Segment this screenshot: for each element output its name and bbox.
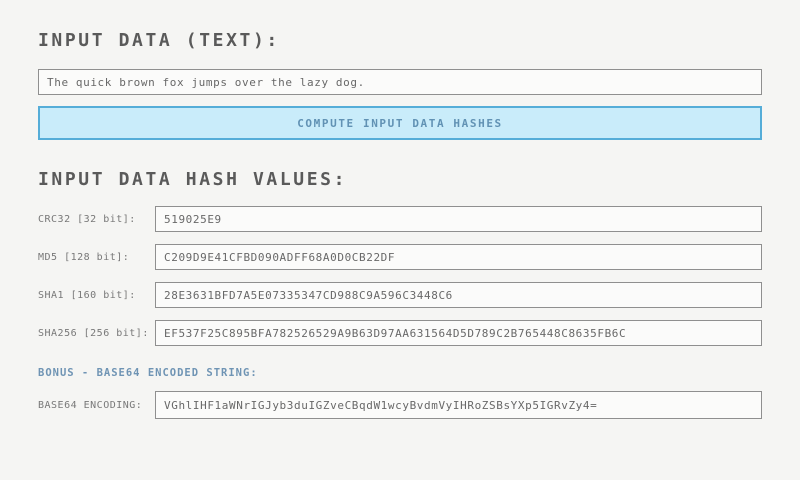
- sha1-value-field[interactable]: 28E3631BFD7A5E07335347CD988C9A596C3448C6: [155, 282, 762, 308]
- input-data-title: INPUT DATA (TEXT):: [38, 30, 762, 51]
- page: INPUT DATA (TEXT): COMPUTE INPUT DATA HA…: [0, 30, 800, 419]
- hash-row-sha256: SHA256 [256 bit]: EF537F25C895BFA7825265…: [38, 320, 762, 346]
- hash-row-crc32: CRC32 [32 bit]: 519025E9: [38, 206, 762, 232]
- crc32-label: CRC32 [32 bit]:: [38, 214, 155, 225]
- md5-value-field[interactable]: C209D9E41CFBD090ADFF68A0D0CB22DF: [155, 244, 762, 270]
- hash-row-sha1: SHA1 [160 bit]: 28E3631BFD7A5E07335347CD…: [38, 282, 762, 308]
- sha256-value-field[interactable]: EF537F25C895BFA782526529A9B63D97AA631564…: [155, 320, 762, 346]
- hash-row-base64: BASE64 ENCODING: VGhlIHF1aWNrIGJyb3duIGZ…: [38, 391, 762, 419]
- hash-row-md5: MD5 [128 bit]: C209D9E41CFBD090ADFF68A0D…: [38, 244, 762, 270]
- md5-label: MD5 [128 bit]:: [38, 252, 155, 263]
- sha256-label: SHA256 [256 bit]:: [38, 328, 155, 339]
- bonus-base64-title: BONUS - BASE64 ENCODED STRING:: [38, 367, 762, 379]
- input-data-text-field[interactable]: [38, 69, 762, 95]
- base64-value-field[interactable]: VGhlIHF1aWNrIGJyb3duIGZveCBqdW1wcyBvdmVy…: [155, 391, 762, 419]
- compute-hashes-button[interactable]: COMPUTE INPUT DATA HASHES: [38, 106, 762, 140]
- hash-values-title: INPUT DATA HASH VALUES:: [38, 169, 762, 190]
- crc32-value-field[interactable]: 519025E9: [155, 206, 762, 232]
- base64-label: BASE64 ENCODING:: [38, 400, 155, 411]
- sha1-label: SHA1 [160 bit]:: [38, 290, 155, 301]
